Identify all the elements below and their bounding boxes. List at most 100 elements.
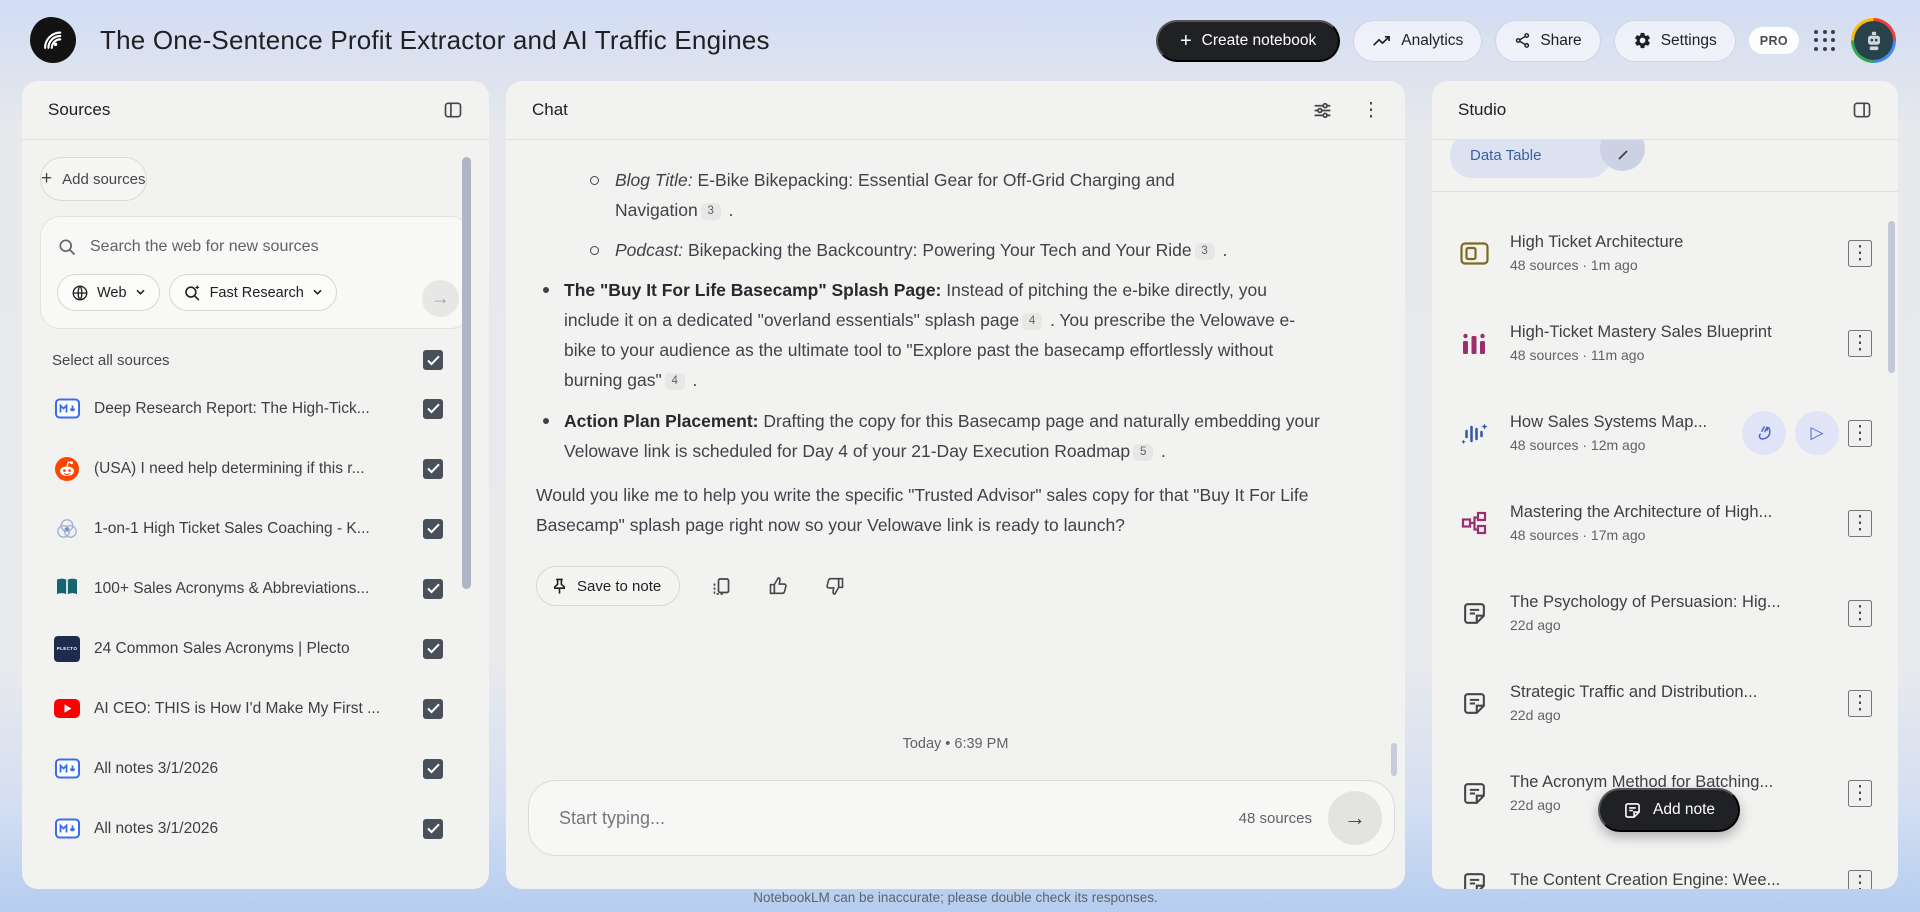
share-button[interactable]: Share: [1495, 19, 1601, 62]
studio-item-title: Mastering the Architecture of High...: [1510, 503, 1773, 521]
studio-item-more-icon[interactable]: ⋮: [1848, 779, 1872, 807]
flashcards-icon: [1458, 241, 1490, 265]
arrow-right-icon: →: [431, 288, 450, 308]
source-row[interactable]: All notes 3/1/2026: [52, 804, 443, 853]
studio-item-more-icon[interactable]: ⋮: [1848, 869, 1872, 889]
studio-item-more-icon[interactable]: ⋮: [1848, 329, 1872, 357]
chat-date-divider: Today • 6:39 PM: [902, 736, 1009, 752]
data-table-chip[interactable]: Data Table: [1450, 140, 1612, 178]
studio-item-meta: 22d ago: [1510, 707, 1561, 723]
chat-sub-bullet: Podcast: Bikepacking the Backcountry: Po…: [564, 235, 1236, 265]
sub-bullet-label: Blog Title:: [615, 170, 693, 190]
sources-panel: Sources + Add sources Search the web for…: [22, 81, 489, 889]
search-icon: [57, 237, 77, 257]
thumbs-down-icon[interactable]: [820, 571, 850, 601]
trending-up-icon: [1372, 34, 1392, 48]
select-all-checkbox[interactable]: [423, 350, 443, 370]
create-notebook-button[interactable]: + Create notebook: [1155, 19, 1341, 62]
source-checkbox[interactable]: [423, 698, 443, 719]
studio-chip-row: Data Table: [1432, 140, 1898, 192]
source-row[interactable]: All notes 3/1/2026: [52, 744, 443, 793]
citation-chip[interactable]: 4: [664, 373, 685, 390]
pro-badge: PRO: [1748, 27, 1799, 54]
source-checkbox[interactable]: [423, 398, 443, 419]
citation-chip[interactable]: 4: [1022, 313, 1043, 330]
source-checkbox[interactable]: [423, 518, 443, 539]
studio-row[interactable]: High Ticket Architecture 48 sources · 1m…: [1432, 208, 1898, 298]
notebooklm-logo-icon[interactable]: [30, 17, 76, 63]
studio-scrollbar[interactable]: [1888, 221, 1895, 373]
studio-item-more-icon[interactable]: ⋮: [1848, 689, 1872, 717]
studio-item-meta: 48 sources · 1m ago: [1510, 257, 1638, 273]
create-notebook-label: Create notebook: [1201, 31, 1317, 49]
studio-item-more-icon[interactable]: ⋮: [1848, 599, 1872, 627]
chat-sub-bullet: Blog Title: E-Bike Bikepacking: Essentia…: [564, 165, 1236, 225]
web-search-submit-button[interactable]: →: [422, 280, 459, 317]
save-to-note-button[interactable]: Save to note: [536, 566, 681, 606]
sources-scrollbar[interactable]: [462, 157, 471, 589]
markdown-doc-icon: [52, 398, 82, 419]
source-checkbox[interactable]: [423, 818, 443, 839]
play-audio-button[interactable]: ▷: [1795, 411, 1839, 455]
source-checkbox[interactable]: [423, 638, 443, 659]
studio-row[interactable]: The Content Creation Engine: Wee... ⋮: [1432, 838, 1898, 889]
studio-row[interactable]: High-Ticket Mastery Sales Blueprint 48 s…: [1432, 298, 1898, 388]
studio-row[interactable]: How Sales Systems Map... 48 sources · 12…: [1432, 388, 1898, 478]
search-sparkle-icon: [183, 283, 202, 302]
note-icon: [1458, 690, 1490, 717]
send-message-button[interactable]: →: [1328, 791, 1382, 845]
studio-row[interactable]: Strategic Traffic and Distribution... 22…: [1432, 658, 1898, 748]
web-favicon-book-icon: [52, 577, 82, 600]
google-apps-grid-icon[interactable]: [1812, 28, 1838, 54]
chevron-down-icon: [312, 289, 323, 296]
studio-item-more-icon[interactable]: ⋮: [1848, 239, 1872, 267]
citation-chip[interactable]: 5: [1133, 444, 1154, 461]
source-title: 1-on-1 High Ticket Sales Coaching - K...: [94, 519, 370, 537]
analytics-button[interactable]: Analytics: [1353, 19, 1483, 62]
research-mode-dropdown[interactable]: Fast Research: [168, 274, 337, 311]
studio-item-title: How Sales Systems Map...: [1510, 413, 1708, 431]
expand-studio-panel-icon[interactable]: [1848, 96, 1876, 124]
bullet-lead: The "Buy It For Life Basecamp" Splash Pa…: [564, 280, 942, 300]
interactive-mode-button[interactable]: [1742, 411, 1786, 455]
citation-chip[interactable]: 3: [700, 203, 721, 220]
studio-row[interactable]: The Psychology of Persuasion: Hig... 22d…: [1432, 568, 1898, 658]
user-avatar[interactable]: [1851, 18, 1896, 63]
source-title: Deep Research Report: The High-Tick...: [94, 399, 370, 417]
add-sources-button[interactable]: + Add sources: [40, 157, 147, 201]
source-row[interactable]: PLECTO 24 Common Sales Acronyms | Plecto: [52, 624, 443, 673]
chat-more-menu-icon[interactable]: ⋮: [1359, 95, 1383, 126]
copy-icon[interactable]: [707, 572, 736, 601]
source-title: All notes 3/1/2026: [94, 819, 219, 837]
source-checkbox[interactable]: [423, 578, 443, 599]
source-row[interactable]: 100+ Sales Acronyms & Abbreviations...: [52, 564, 443, 613]
chat-scrollbar[interactable]: [1391, 743, 1397, 776]
studio-item-more-icon[interactable]: ⋮: [1848, 419, 1872, 447]
notebook-title[interactable]: The One-Sentence Profit Extractor and AI…: [100, 0, 770, 81]
studio-item-more-icon[interactable]: ⋮: [1848, 509, 1872, 537]
settings-button[interactable]: Settings: [1613, 19, 1736, 62]
source-row[interactable]: Deep Research Report: The High-Tick...: [52, 384, 443, 433]
share-label: Share: [1540, 31, 1582, 49]
assistant-message: Blog Title: E-Bike Bikepacking: Essentia…: [536, 165, 1342, 540]
youtube-icon: [52, 699, 82, 718]
studio-row[interactable]: Mastering the Architecture of High... 48…: [1432, 478, 1898, 568]
collapse-sources-panel-icon[interactable]: [439, 96, 467, 124]
disclaimer-text: NotebookLM can be inaccurate; please dou…: [753, 890, 1158, 905]
chat-settings-tune-icon[interactable]: [1308, 96, 1337, 125]
add-note-button[interactable]: Add note: [1598, 788, 1741, 832]
source-title: 100+ Sales Acronyms & Abbreviations...: [94, 579, 370, 597]
chat-closing-paragraph: Would you like me to help you write the …: [536, 485, 1309, 535]
web-filter-dropdown[interactable]: Web: [57, 274, 160, 311]
source-row[interactable]: (USA) I need help determining if this r.…: [52, 444, 443, 493]
source-row[interactable]: 1-on-1 High Ticket Sales Coaching - K...: [52, 504, 443, 553]
bar-chart-icon: [1458, 331, 1490, 356]
source-checkbox[interactable]: [423, 458, 443, 479]
thumbs-up-icon[interactable]: [763, 571, 793, 601]
source-row[interactable]: AI CEO: THIS is How I'd Make My First ..…: [52, 684, 443, 733]
search-input[interactable]: Search the web for new sources: [57, 230, 454, 264]
source-checkbox[interactable]: [423, 758, 443, 779]
citation-chip[interactable]: 3: [1194, 243, 1215, 260]
chat-input-box[interactable]: Start typing... 48 sources →: [528, 780, 1395, 856]
sub-bullet-text: Bikepacking the Backcountry: Powering Yo…: [683, 240, 1192, 260]
